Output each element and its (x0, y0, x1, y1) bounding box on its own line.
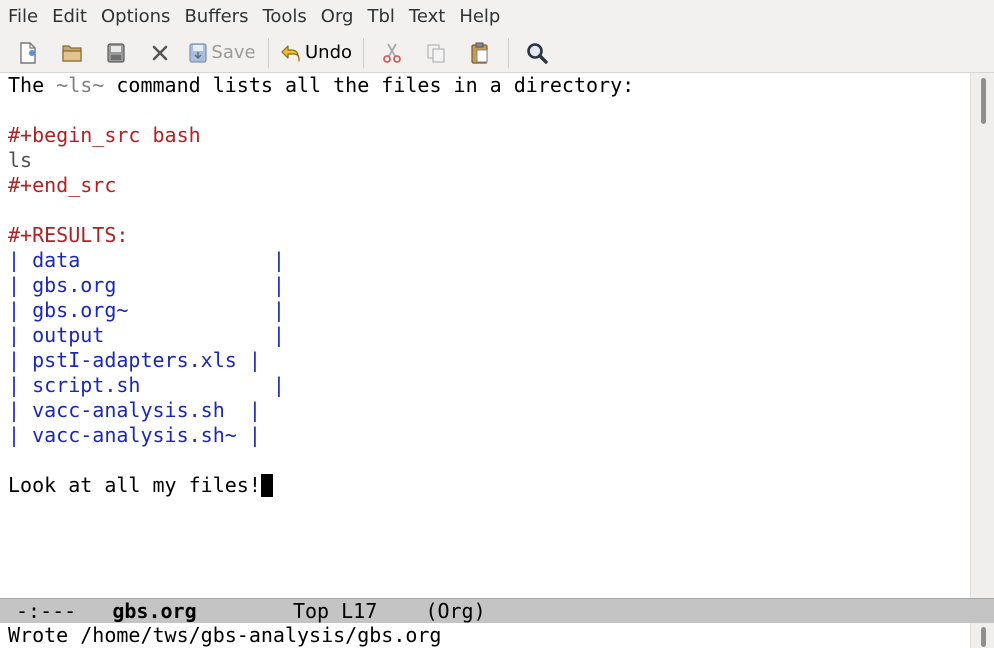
src-body-line: ls (8, 148, 33, 172)
table-row: | vacc-analysis.sh~ | (8, 423, 261, 447)
open-file-button[interactable] (54, 37, 90, 69)
cut-icon (383, 43, 401, 63)
toolbar-separator (508, 37, 509, 68)
vertical-scrollbar[interactable] (970, 73, 994, 598)
save-label: Save (211, 42, 256, 63)
cut-button[interactable] (374, 37, 410, 69)
menu-text[interactable]: Text (402, 0, 452, 33)
modeline-mode[interactable]: (Org) (425, 599, 485, 623)
menu-buffers[interactable]: Buffers (177, 0, 255, 33)
paste-icon (471, 42, 488, 64)
new-file-icon (20, 41, 36, 64)
echo-message: Wrote /home/tws/gbs-analysis/gbs.org (8, 623, 442, 647)
table-row: | pstI-adapters.xls | (8, 348, 261, 372)
new-file-button[interactable] (10, 37, 46, 69)
buffer-line: Look at all my files! (0, 473, 970, 498)
copy-button[interactable] (418, 37, 454, 69)
menu-file[interactable]: File (0, 0, 45, 33)
toolbar-separator (268, 37, 269, 68)
buffer-line: The ~ls~ command lists all the files in … (0, 73, 970, 98)
modeline-position: Top L17 (292, 599, 378, 623)
save-as-button[interactable] (98, 37, 134, 69)
undo-label: Undo (304, 42, 353, 63)
inline-code: ~ls~ (56, 73, 105, 97)
menu-help[interactable]: Help (452, 0, 507, 33)
copy-icon (427, 43, 445, 63)
table-row: | data | (8, 248, 285, 272)
table-row: | gbs.org~ | (8, 298, 285, 322)
menu-bar: File Edit Options Buffers Tools Org Tbl … (0, 0, 994, 33)
save-button[interactable]: Save (186, 37, 258, 69)
undo-button[interactable]: Undo (279, 37, 353, 69)
text-cursor (260, 474, 273, 497)
echo-scrollbar[interactable] (970, 623, 994, 648)
text-segment: command lists all the files in a directo… (104, 73, 635, 97)
menu-edit[interactable]: Edit (45, 0, 94, 33)
undo-icon (281, 44, 300, 62)
scrollbar-thumb[interactable] (981, 78, 986, 124)
close-button[interactable] (142, 37, 178, 69)
search-icon (527, 42, 548, 64)
modeline-buffer-name[interactable]: gbs.org (112, 599, 196, 623)
mode-line: -:--- gbs.org Top L17 (Org) (0, 598, 994, 623)
paste-button[interactable] (462, 37, 498, 69)
save-as-icon (107, 42, 125, 63)
close-icon (152, 45, 168, 60)
text-segment: The (8, 73, 57, 97)
toolbar: Save Undo (0, 33, 994, 73)
menu-options[interactable]: Options (94, 0, 177, 33)
modeline-status: -:--- (16, 599, 77, 623)
search-button[interactable] (519, 37, 555, 69)
menu-tools[interactable]: Tools (255, 0, 313, 33)
begin-src-line: #+begin_src bash (8, 123, 201, 147)
results-line: #+RESULTS: (8, 223, 129, 247)
menu-org[interactable]: Org (314, 0, 361, 33)
open-file-icon (62, 44, 82, 62)
text-segment: Look at all my files! (8, 473, 261, 497)
scrollbar-thumb[interactable] (981, 627, 986, 647)
end-src-line: #+end_src (8, 173, 117, 197)
menu-tbl[interactable]: Tbl (360, 0, 401, 33)
editor-buffer[interactable]: The ~ls~ command lists all the files in … (0, 73, 970, 598)
table-row: | gbs.org | (8, 273, 285, 297)
table-row: | output | (8, 323, 285, 347)
echo-area: Wrote /home/tws/gbs-analysis/gbs.org (0, 623, 978, 648)
save-icon (189, 42, 208, 63)
toolbar-separator (363, 37, 364, 68)
table-row: | script.sh | (8, 373, 285, 397)
table-row: | vacc-analysis.sh | (8, 398, 261, 422)
